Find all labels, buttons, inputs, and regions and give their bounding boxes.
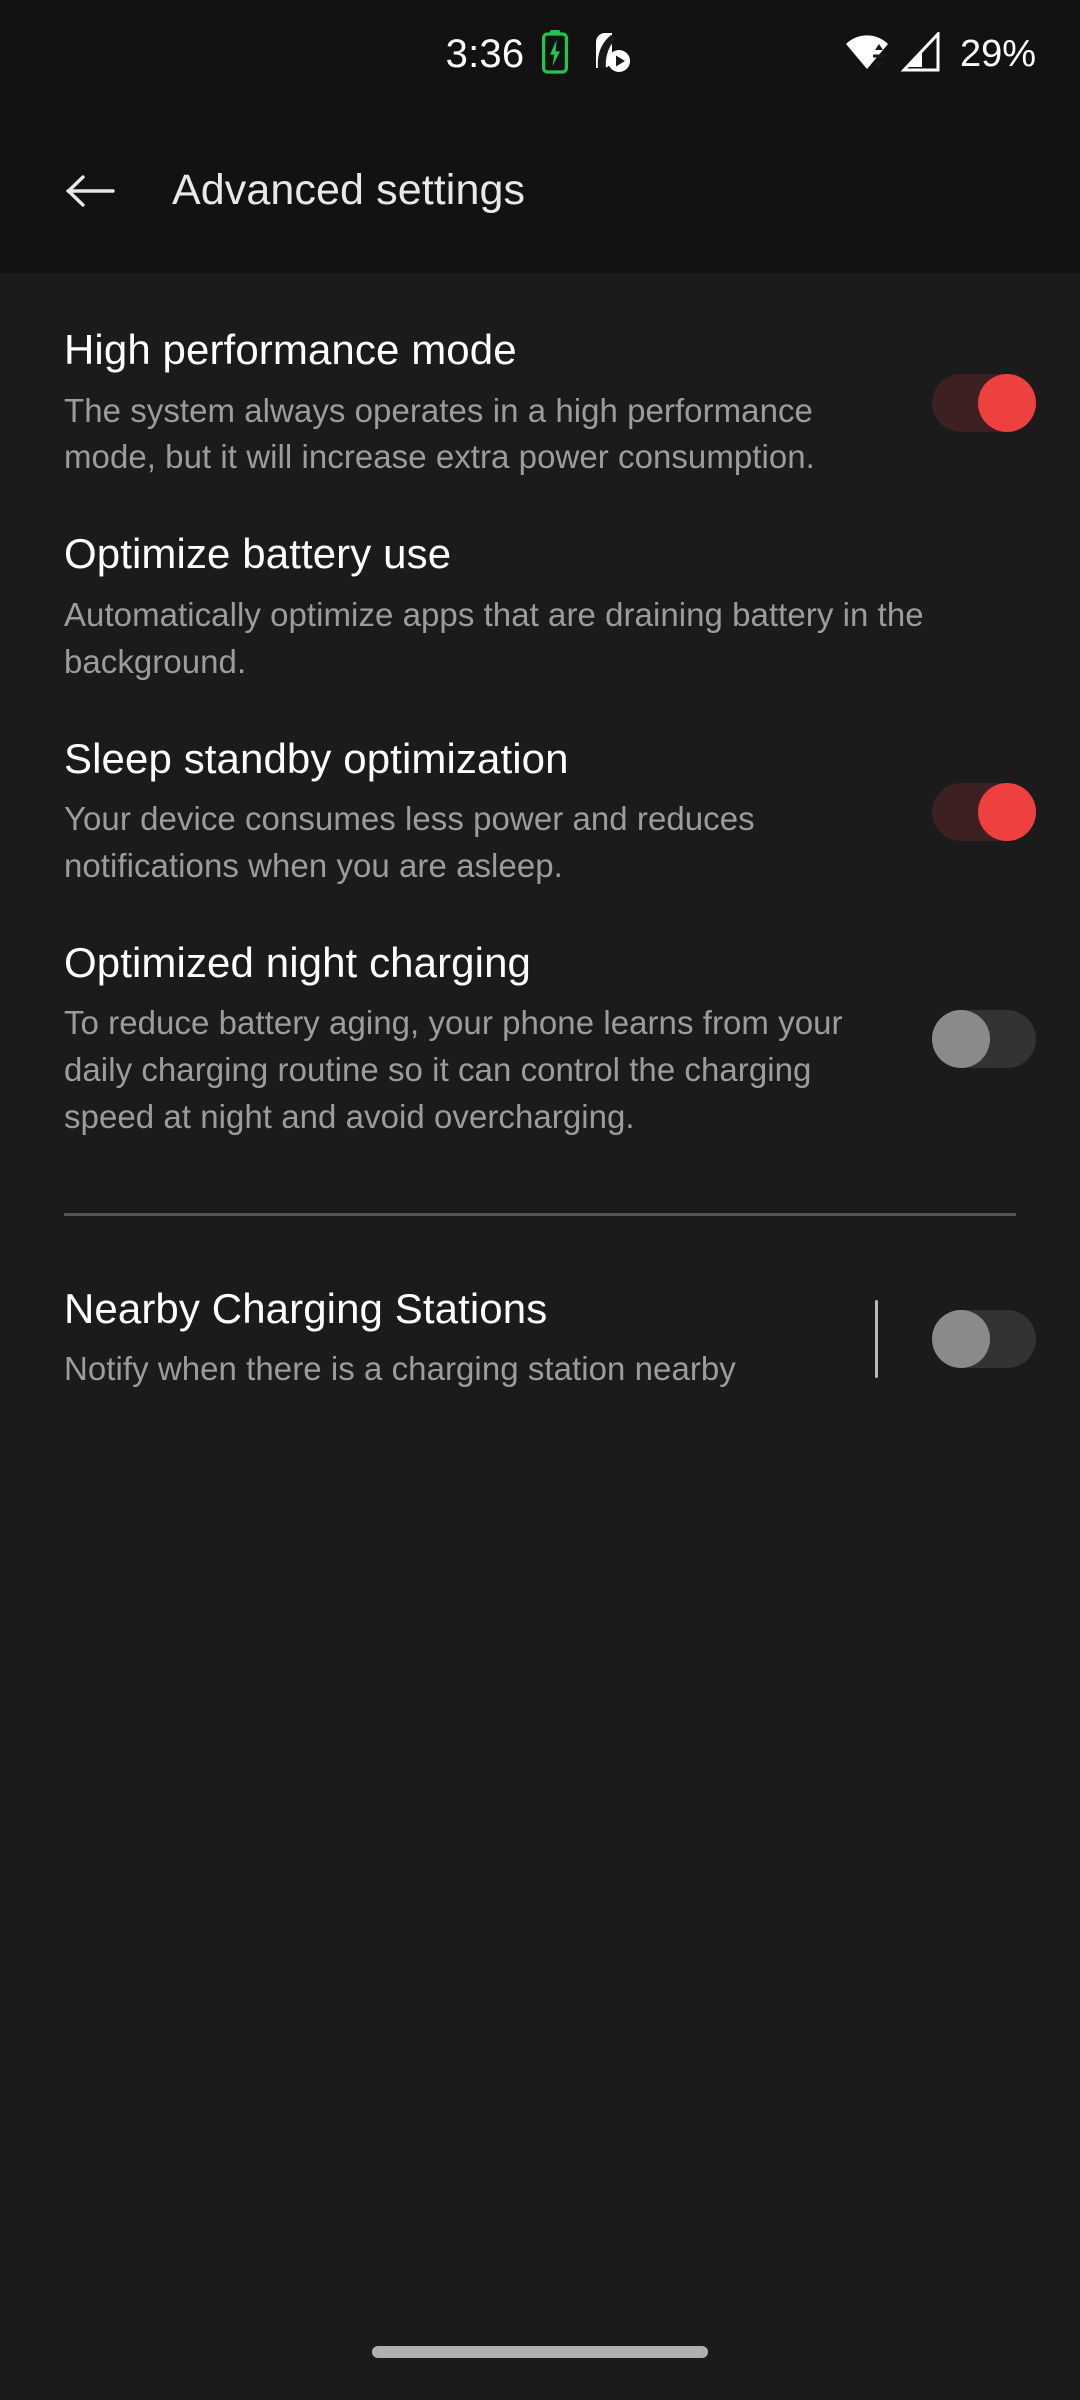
toggle-sleep-standby-optimization[interactable] [932, 782, 1036, 841]
app-bar: Advanced settings [0, 108, 1080, 273]
toggle-knob [932, 1010, 990, 1069]
battery-charging-icon [542, 29, 569, 79]
gesture-navigation-bar [0, 2304, 1080, 2400]
toggle-high-performance-mode[interactable] [932, 374, 1036, 433]
phone-screen: 3:36 29% Advanced settings High performa… [0, 0, 1080, 2400]
setting-summary: The system always operates in a high per… [64, 391, 815, 476]
setting-control [932, 1010, 1036, 1069]
setting-row-sleep-standby-optimization[interactable]: Sleep standby optimization Your device c… [0, 710, 1080, 914]
section-divider [64, 1212, 1016, 1216]
setting-summary: To reduce battery aging, your phone lear… [64, 1004, 843, 1136]
wifi-icon [844, 32, 890, 77]
toggle-knob [932, 1309, 990, 1368]
setting-row-optimized-night-charging[interactable]: Optimized night charging To reduce batte… [0, 914, 1080, 1165]
setting-row-nearby-charging-stations[interactable]: Nearby Charging Stations Notify when the… [0, 1260, 1080, 1417]
setting-title: Sleep standby optimization [64, 734, 569, 782]
setting-text-block: Optimized night charging To reduce batte… [64, 938, 932, 1141]
setting-control [932, 782, 1036, 841]
setting-text-block: Nearby Charging Stations Notify when the… [64, 1284, 875, 1393]
toggle-knob [978, 374, 1036, 433]
toggle-knob [978, 782, 1036, 841]
control-vertical-divider [875, 1299, 878, 1378]
status-bar: 3:36 29% [0, 0, 1080, 108]
setting-summary: Notify when there is a charging station … [64, 1350, 736, 1388]
setting-text-block: Optimize battery use Automatically optim… [64, 529, 1036, 685]
setting-text-block: Sleep standby optimization Your device c… [64, 734, 932, 890]
cellular-signal-icon [900, 29, 942, 77]
setting-title: Optimize battery use [64, 530, 452, 578]
setting-summary: Your device consumes less power and redu… [64, 800, 755, 884]
status-bar-left: 3:36 [446, 28, 635, 81]
back-arrow-icon [66, 174, 115, 207]
toggle-optimized-night-charging[interactable] [932, 1010, 1036, 1069]
setting-row-high-performance-mode[interactable]: High performance mode The system always … [0, 301, 1080, 505]
setting-summary: Automatically optimize apps that are dra… [64, 595, 924, 680]
setting-text-block: High performance mode The system always … [64, 325, 932, 481]
page-title: Advanced settings [172, 166, 526, 214]
media-play-notification-icon[interactable] [586, 28, 634, 81]
status-bar-right: 29% [844, 0, 1036, 108]
status-bar-clock: 3:36 [445, 32, 525, 76]
setting-title: Nearby Charging Stations [64, 1284, 548, 1332]
setting-title: Optimized night charging [64, 938, 531, 986]
setting-control [932, 374, 1036, 433]
settings-list: High performance mode The system always … [0, 273, 1080, 1418]
setting-row-optimize-battery-use[interactable]: Optimize battery use Automatically optim… [0, 505, 1080, 709]
setting-title: High performance mode [64, 326, 517, 373]
back-button[interactable] [62, 163, 118, 219]
home-gesture-pill[interactable] [372, 2346, 708, 2358]
toggle-nearby-charging-stations[interactable] [932, 1309, 1036, 1368]
setting-control [875, 1299, 1036, 1378]
battery-percent-label: 29% [959, 33, 1036, 75]
